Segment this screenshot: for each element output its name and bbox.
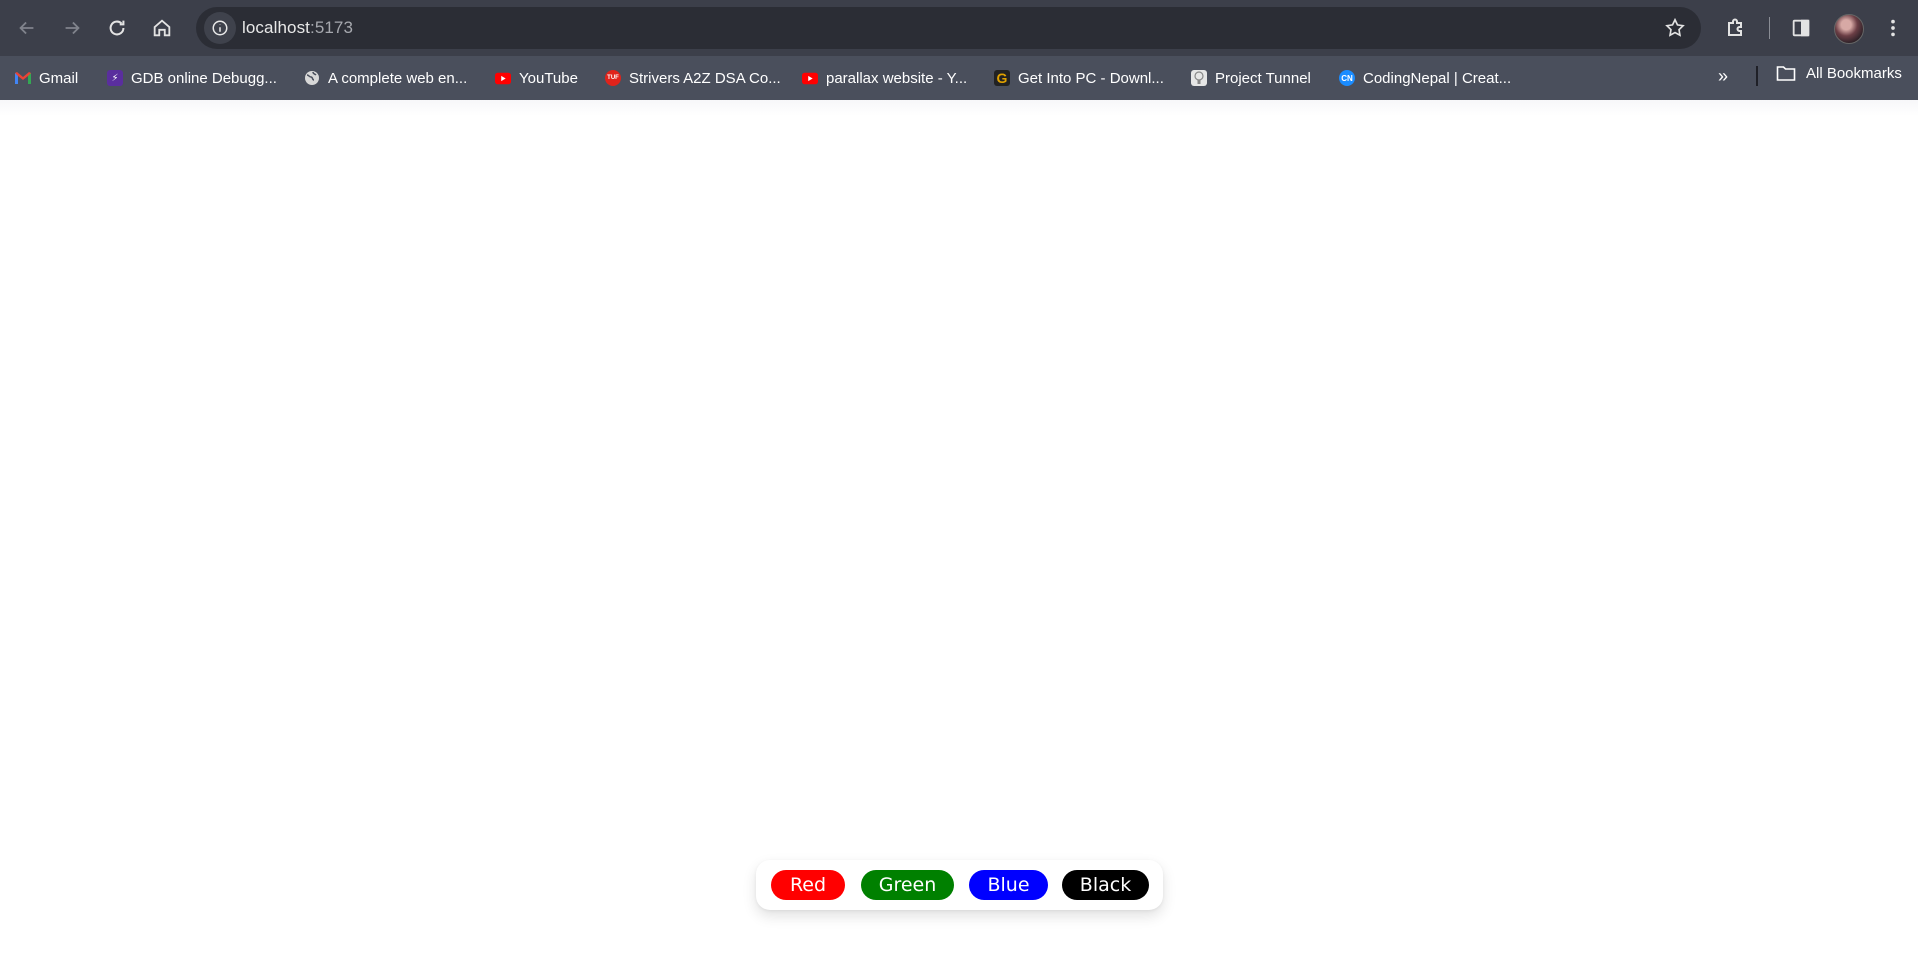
all-bookmarks-label: All Bookmarks [1806, 64, 1902, 82]
globe-icon [304, 70, 320, 86]
bookmarks-separator [1756, 66, 1758, 86]
bookmark-gmail[interactable]: Gmail [15, 66, 78, 90]
address-bar[interactable]: localhost:5173 [196, 7, 1701, 49]
green-button[interactable]: Green [861, 870, 954, 900]
url-host: localhost [242, 18, 310, 37]
youtube-icon [802, 70, 818, 86]
url-text[interactable]: localhost:5173 [242, 18, 353, 38]
red-button[interactable]: Red [771, 870, 845, 900]
getintopc-icon: G [994, 70, 1010, 86]
profile-avatar[interactable] [1834, 14, 1864, 44]
forward-button[interactable] [54, 10, 90, 46]
all-bookmarks-button[interactable]: All Bookmarks [1776, 64, 1902, 82]
bookmark-strivers[interactable]: TUF Strivers A2Z DSA Co... [605, 66, 781, 90]
toolbar-separator [1769, 17, 1770, 39]
page-top-edge [0, 100, 1918, 116]
browser-toolbar: localhost:5173 [0, 0, 1918, 56]
bookmark-star-button[interactable] [1661, 14, 1689, 42]
bookmark-label: Strivers A2Z DSA Co... [629, 69, 781, 87]
side-panel-button[interactable] [1783, 10, 1819, 46]
codingnepal-icon: CN [1339, 70, 1355, 86]
bookmarks-bar: Gmail ⚡ GDB online Debugg... A complete … [0, 56, 1918, 100]
blue-button[interactable]: Blue [969, 870, 1048, 900]
bookmark-label: Project Tunnel [1215, 69, 1311, 87]
puzzle-icon [1728, 18, 1742, 36]
folder-icon [1776, 66, 1796, 81]
bookmark-label: parallax website - Y... [826, 69, 968, 87]
bookmark-gdb[interactable]: ⚡ GDB online Debugg... [107, 66, 277, 90]
bookmark-label: A complete web en... [328, 69, 468, 87]
black-button[interactable]: Black [1062, 870, 1149, 900]
bookmarks-overflow-button[interactable]: » [1718, 66, 1728, 87]
reload-button[interactable] [99, 10, 135, 46]
bookmark-youtube[interactable]: YouTube [495, 66, 578, 90]
star-icon [1665, 17, 1685, 37]
tuf-icon: TUF [605, 70, 621, 86]
more-vertical-icon [1891, 19, 1895, 37]
browser-chrome: localhost:5173 Gmail ⚡ GDB online Debugg… [0, 0, 1918, 100]
home-button[interactable] [144, 10, 180, 46]
bookmark-project-tunnel[interactable]: Project Tunnel [1191, 66, 1311, 90]
bookmark-codingnepal[interactable]: CN CodingNepal | Creat... [1339, 66, 1511, 90]
project-tunnel-icon [1191, 70, 1207, 86]
site-info-button[interactable] [204, 12, 236, 44]
arrow-left-icon [19, 21, 34, 35]
reload-icon [109, 20, 125, 36]
bookmark-label: GDB online Debugg... [131, 69, 277, 87]
bookmark-label: Get Into PC - Downl... [1018, 69, 1164, 87]
side-panel-icon [1792, 19, 1810, 37]
youtube-icon [495, 70, 511, 86]
home-icon [153, 19, 171, 37]
double-chevron-right-icon: » [1718, 66, 1729, 86]
bookmark-label: Gmail [39, 69, 79, 87]
arrow-right-icon [65, 21, 80, 35]
bookmark-getintopc[interactable]: G Get Into PC - Downl... [994, 66, 1164, 90]
back-button[interactable] [9, 10, 45, 46]
url-port: :5173 [310, 18, 354, 37]
bookmark-label: YouTube [519, 69, 578, 87]
bookmark-parallax[interactable]: parallax website - Y... [802, 66, 967, 90]
gdb-icon: ⚡ [107, 70, 123, 86]
menu-button[interactable] [1875, 10, 1911, 46]
color-button-bar: Red Green Blue Black [756, 860, 1163, 910]
gmail-icon [15, 70, 31, 86]
info-icon [212, 20, 228, 36]
extensions-button[interactable] [1718, 10, 1754, 46]
bookmark-web-en[interactable]: A complete web en... [304, 66, 467, 90]
bookmark-label: CodingNepal | Creat... [1363, 69, 1512, 87]
